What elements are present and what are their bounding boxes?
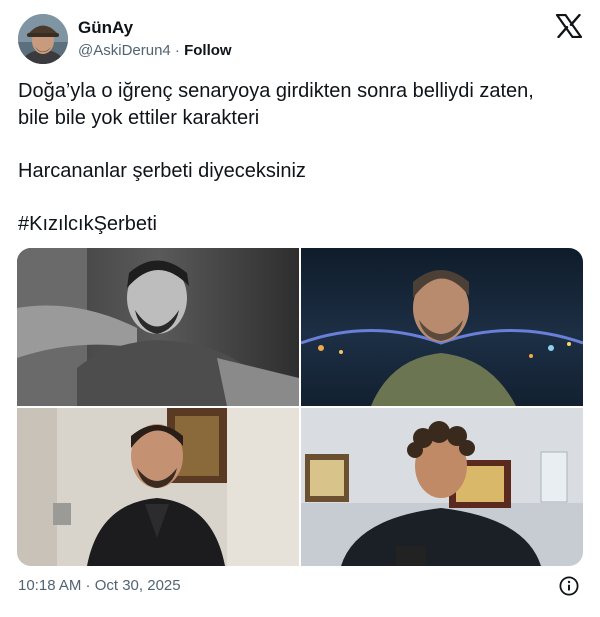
author-handle-row: @AskiDerun4 · Follow [78, 42, 232, 59]
media-photo-4[interactable] [301, 408, 583, 566]
author-display-name[interactable]: GünAy [78, 18, 133, 38]
media-photo-3[interactable] [17, 408, 299, 566]
media-photo-1[interactable] [17, 248, 299, 406]
author-avatar[interactable] [18, 14, 68, 64]
tweet-text: Doğa’yla o iğrenç senaryoya girdikten so… [18, 78, 584, 238]
author-handle[interactable]: @AskiDerun4 [78, 42, 171, 59]
info-icon[interactable] [559, 576, 579, 596]
media-grid [17, 248, 583, 566]
hashtag-link[interactable]: #KızılcıkŞerbeti [18, 211, 584, 238]
tweet-line: bile bile yok ettiler karakteri [18, 107, 260, 129]
media-photo-2[interactable] [301, 248, 583, 406]
tweet-timestamp[interactable]: 10:18 AM · Oct 30, 2025 [18, 577, 181, 594]
x-logo-icon[interactable] [555, 13, 583, 39]
handle-separator: · [170, 42, 185, 59]
follow-button[interactable]: Follow [184, 42, 232, 59]
tweet-line: Harcananlar şerbeti diyeceksiniz [18, 160, 306, 182]
tweet-line: Doğa’yla o iğrenç senaryoya girdikten so… [18, 80, 534, 102]
